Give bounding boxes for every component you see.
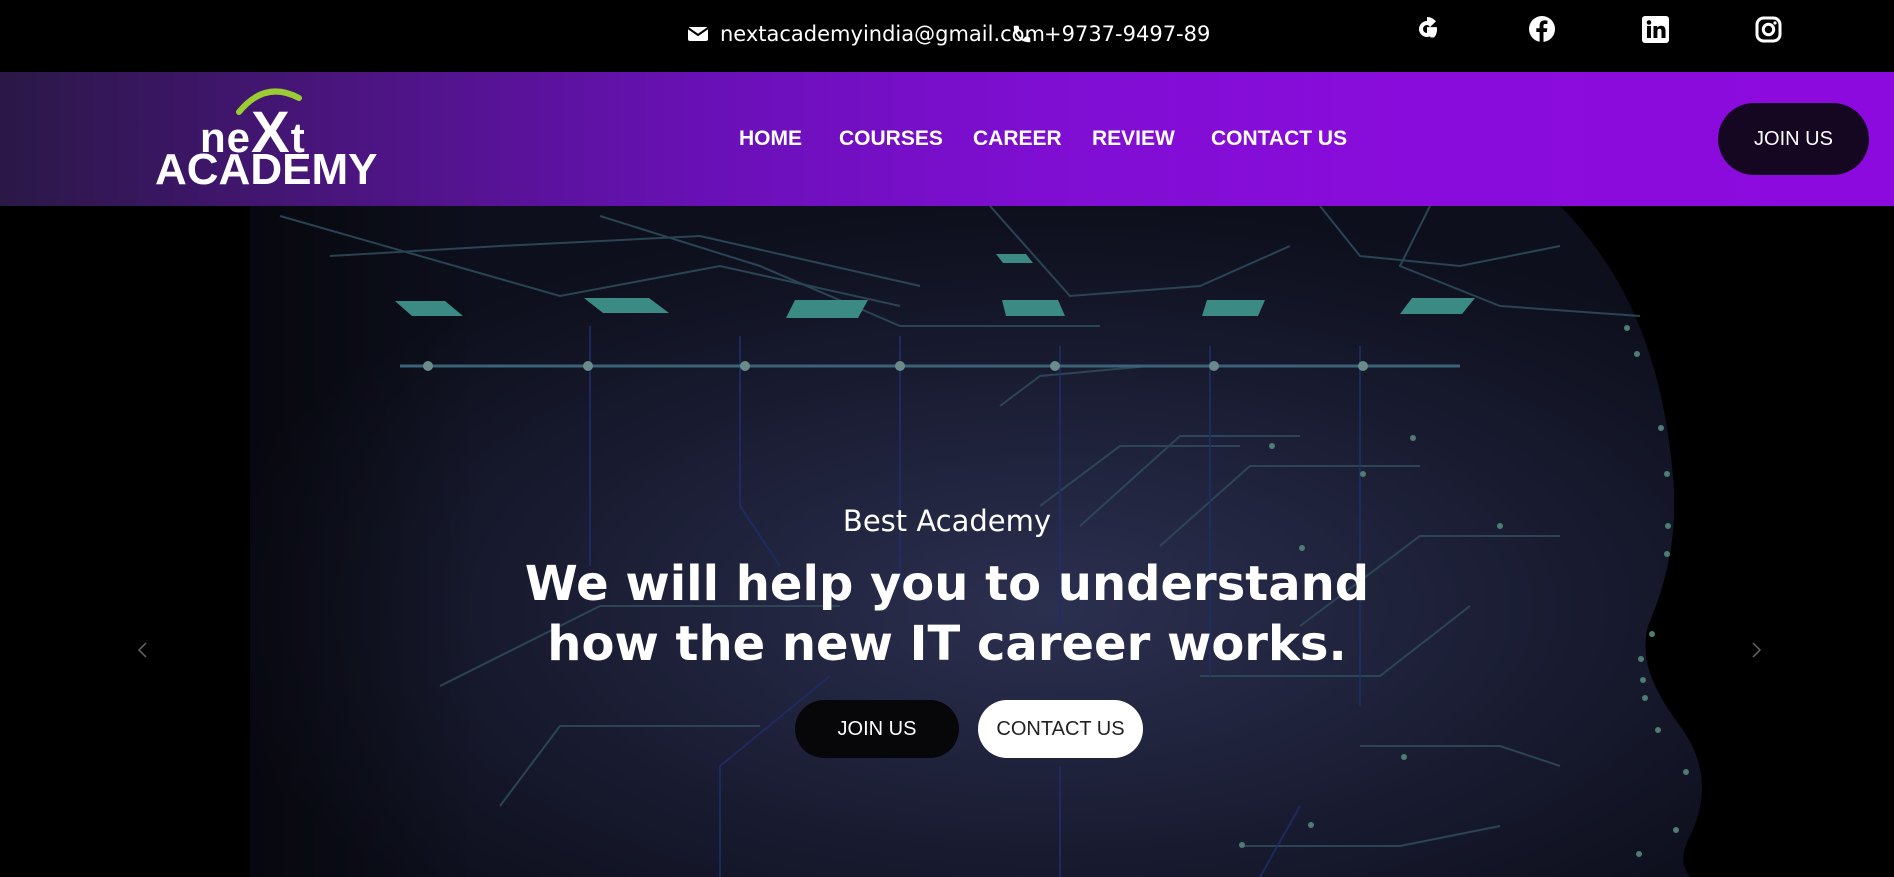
hero-headline-line-2: how the new IT career works.: [547, 616, 1347, 672]
nav-item-courses[interactable]: COURSES: [839, 72, 943, 206]
linkedin-icon[interactable]: [1640, 14, 1670, 44]
hero-contact-us-button[interactable]: CONTACT US: [978, 700, 1143, 758]
hero-headline-line-1: We will help you to understand: [524, 556, 1370, 612]
facebook-icon[interactable]: [1527, 14, 1557, 44]
nav-item-career[interactable]: CAREER: [973, 72, 1062, 206]
circuit-head-illustration: [0, 206, 1702, 877]
google-icon[interactable]: [1412, 14, 1442, 44]
join-us-nav-button[interactable]: JOIN US: [1718, 103, 1869, 175]
top-contact-bar: nextacademyindia@gmail.com +9737-9497-89: [0, 0, 1894, 72]
nav-item-contact-us[interactable]: CONTACT US: [1211, 72, 1347, 206]
hero-kicker: Best Academy: [842, 504, 1052, 538]
phone-icon: [1010, 22, 1034, 46]
instagram-icon[interactable]: [1753, 14, 1783, 44]
logo-bottom-text: ACADEMY: [155, 145, 378, 194]
hero-join-us-button[interactable]: JOIN US: [795, 700, 959, 758]
email-contact[interactable]: nextacademyindia@gmail.com: [686, 0, 1045, 68]
nav-item-review[interactable]: REVIEW: [1092, 72, 1175, 206]
email-text[interactable]: nextacademyindia@gmail.com: [720, 22, 1045, 46]
hero-headline: We will help you to understand how the n…: [0, 554, 1894, 674]
hero-slider: Best Academy We will help you to underst…: [0, 206, 1894, 877]
nav-item-home[interactable]: HOME: [739, 72, 802, 206]
envelope-icon: [686, 22, 710, 46]
brand-logo[interactable]: neXt ACADEMY: [155, 80, 378, 196]
phone-contact[interactable]: +9737-9497-89: [1010, 0, 1210, 68]
phone-text[interactable]: +9737-9497-89: [1044, 22, 1210, 46]
